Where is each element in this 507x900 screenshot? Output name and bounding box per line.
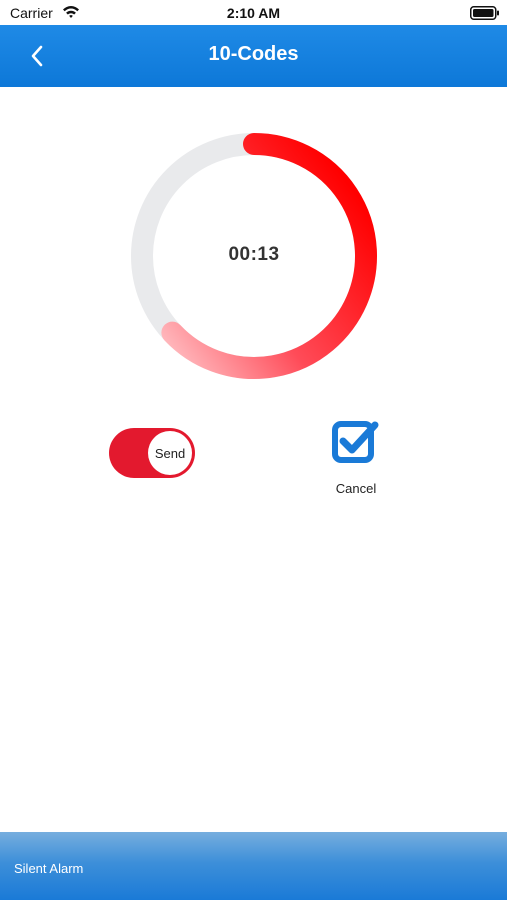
nav-bar: 10-Codes — [0, 25, 507, 87]
checkbox-checked-icon — [331, 418, 381, 466]
silent-alarm-label[interactable]: Silent Alarm — [14, 861, 83, 876]
status-time: 2:10 AM — [226, 5, 281, 21]
battery-icon — [470, 6, 500, 20]
page-title: 10-Codes — [208, 43, 299, 65]
toggle-label: Send — [154, 445, 186, 461]
cancel-button[interactable]: Cancel — [318, 418, 394, 502]
status-bar: Carrier 2:10 AM — [0, 0, 507, 25]
bottom-bar: Silent Alarm — [0, 832, 507, 900]
send-toggle[interactable]: Send — [109, 428, 195, 478]
cancel-label: Cancel — [335, 481, 377, 496]
countdown-timer: 00:13 — [130, 132, 378, 380]
timer-value: 00:13 — [228, 244, 280, 265]
toggle-knob: Send — [148, 431, 192, 475]
